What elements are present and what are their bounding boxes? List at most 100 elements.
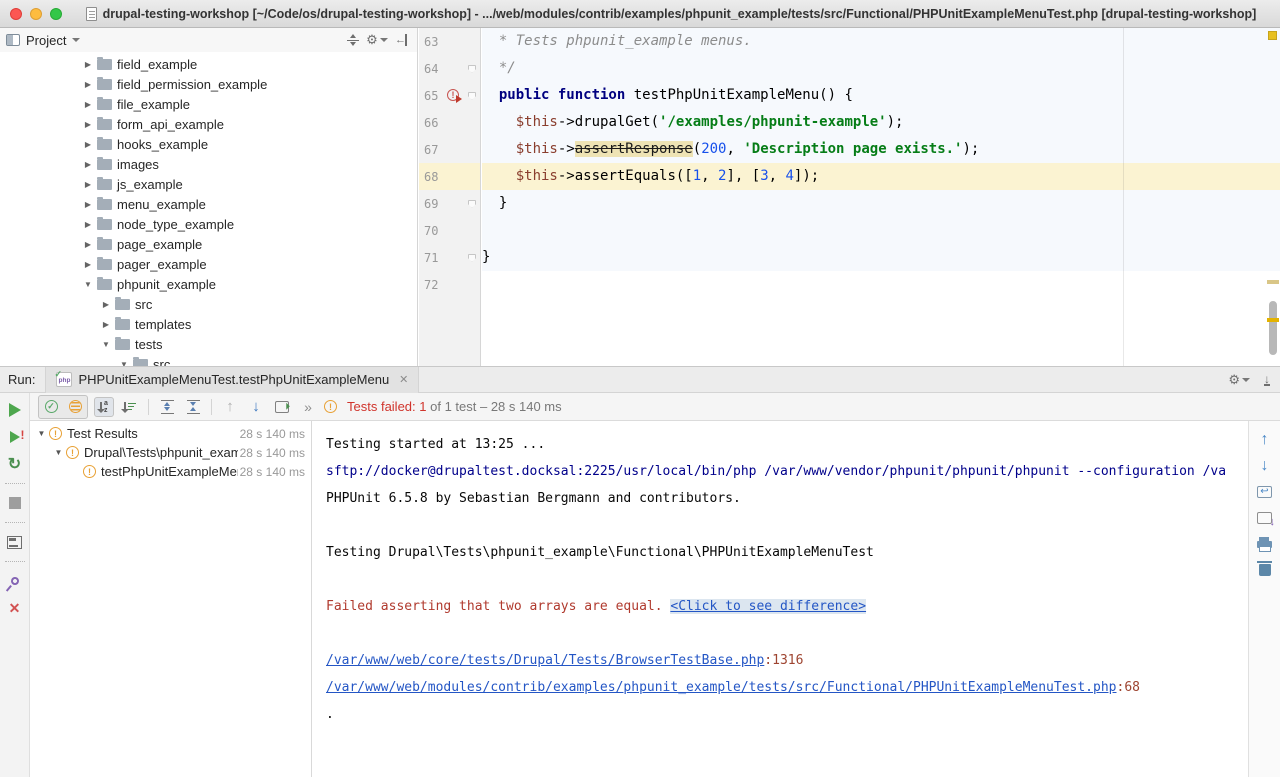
gutter-line[interactable]: 68 bbox=[419, 163, 480, 190]
code-line[interactable]: */ bbox=[482, 55, 1280, 82]
project-tree-item[interactable]: ▶js_example bbox=[0, 174, 417, 194]
line-number[interactable]: 67 bbox=[419, 143, 445, 157]
console-link[interactable]: /var/www/web/modules/contrib/examples/ph… bbox=[326, 680, 1117, 695]
code-line[interactable]: } bbox=[482, 244, 1280, 271]
collapse-all-button[interactable] bbox=[183, 397, 203, 417]
close-window-button[interactable] bbox=[10, 8, 22, 20]
zoom-window-button[interactable] bbox=[50, 8, 62, 20]
sort-by-duration-button[interactable] bbox=[120, 397, 140, 417]
collapsed-arrow-icon[interactable]: ▶ bbox=[81, 200, 95, 209]
project-tree-item[interactable]: ▶form_api_example bbox=[0, 114, 417, 134]
gutter-line[interactable]: 70 bbox=[419, 217, 480, 244]
code-line[interactable]: $this->assertEquals([1, 2], [3, 4]); bbox=[482, 163, 1280, 190]
close-tab-icon[interactable]: ✕ bbox=[399, 373, 408, 386]
line-number[interactable]: 69 bbox=[419, 197, 445, 211]
line-number[interactable]: 68 bbox=[419, 170, 445, 184]
code-line[interactable]: } bbox=[482, 190, 1280, 217]
collapse-all-button[interactable] bbox=[343, 31, 363, 49]
console-link[interactable]: <Click to see difference> bbox=[670, 599, 866, 614]
collapsed-arrow-icon[interactable]: ▶ bbox=[81, 140, 95, 149]
gutter-line[interactable]: 72 bbox=[419, 271, 480, 298]
rerun-failed-tests-button[interactable]: ! bbox=[4, 426, 26, 448]
run-settings-gear-button[interactable]: ⚙ bbox=[1228, 372, 1250, 388]
minimize-window-button[interactable] bbox=[30, 8, 42, 20]
test-result-row[interactable]: ▼!Test Results28 s 140 ms bbox=[30, 424, 311, 443]
editor-scrollbar[interactable] bbox=[1265, 28, 1280, 366]
show-ignored-button[interactable] bbox=[65, 397, 85, 417]
scroll-up-button[interactable]: ↑ bbox=[1254, 429, 1276, 451]
gutter-line[interactable]: 65! bbox=[419, 82, 480, 109]
code-line[interactable] bbox=[482, 271, 1280, 298]
run-configuration-tab[interactable]: php PHPUnitExampleMenuTest.testPhpUnitEx… bbox=[45, 367, 419, 393]
collapsed-arrow-icon[interactable]: ▶ bbox=[81, 80, 95, 89]
warning-stripe-mark[interactable] bbox=[1267, 318, 1279, 322]
expand-all-button[interactable] bbox=[157, 397, 177, 417]
editor-code-area[interactable]: * Tests phpunit_example menus. */ public… bbox=[482, 28, 1280, 366]
code-line[interactable]: $this->assertResponse(200, 'Description … bbox=[482, 136, 1280, 163]
next-failed-test-button[interactable]: ↓ bbox=[246, 397, 266, 417]
code-fold-marker-icon[interactable] bbox=[468, 92, 476, 100]
line-number[interactable]: 71 bbox=[419, 251, 445, 265]
test-result-row[interactable]: ▼!Drupal\Tests\phpunit_example\Functiona… bbox=[30, 443, 311, 462]
scroll-down-button[interactable]: ↓ bbox=[1254, 455, 1276, 477]
collapsed-arrow-icon[interactable]: ▶ bbox=[81, 120, 95, 129]
project-tree-item[interactable]: ▶src bbox=[0, 294, 417, 314]
show-passed-button[interactable]: ✓ bbox=[41, 397, 61, 417]
code-fold-marker-icon[interactable] bbox=[468, 65, 476, 73]
project-tree-item[interactable]: ▶field_example bbox=[0, 54, 417, 74]
previous-failed-test-button[interactable]: ↑ bbox=[220, 397, 240, 417]
collapsed-arrow-icon[interactable]: ▶ bbox=[99, 300, 113, 309]
pin-tab-button[interactable] bbox=[4, 570, 26, 592]
project-tree-item[interactable]: ▼tests bbox=[0, 334, 417, 354]
code-editor[interactable]: 636465!66676869707172 * Tests phpunit_ex… bbox=[419, 28, 1280, 366]
line-number[interactable]: 63 bbox=[419, 35, 445, 49]
code-line[interactable] bbox=[482, 217, 1280, 244]
collapsed-arrow-icon[interactable]: ▶ bbox=[81, 260, 95, 269]
warning-stripe-mark[interactable] bbox=[1267, 280, 1279, 284]
project-tree-item[interactable]: ▶hooks_example bbox=[0, 134, 417, 154]
collapsed-arrow-icon[interactable]: ▶ bbox=[81, 60, 95, 69]
toggle-auto-test-button[interactable]: ↻ bbox=[4, 453, 26, 475]
console-link[interactable]: /var/www/web/core/tests/Drupal/Tests/Bro… bbox=[326, 653, 764, 668]
collapsed-arrow-icon[interactable]: ▶ bbox=[81, 240, 95, 249]
soft-wrap-button[interactable]: ↩ bbox=[1254, 481, 1276, 503]
project-panel-title[interactable]: Project bbox=[26, 33, 66, 48]
project-tree-item[interactable]: ▶menu_example bbox=[0, 194, 417, 214]
hide-project-panel-button[interactable]: ← bbox=[391, 31, 411, 49]
test-console-output[interactable]: Testing started at 13:25 ...sftp://docke… bbox=[313, 421, 1248, 777]
collapsed-arrow-icon[interactable]: ▶ bbox=[99, 320, 113, 329]
inspections-status-icon[interactable] bbox=[1268, 31, 1277, 40]
collapsed-arrow-icon[interactable]: ▶ bbox=[81, 100, 95, 109]
print-button[interactable] bbox=[1254, 533, 1276, 555]
gutter-line[interactable]: 67 bbox=[419, 136, 480, 163]
line-number[interactable]: 65 bbox=[419, 89, 445, 103]
gutter-line[interactable]: 63 bbox=[419, 28, 480, 55]
expanded-arrow-icon[interactable]: ▼ bbox=[51, 448, 66, 457]
project-tree-item[interactable]: ▼phpunit_example bbox=[0, 274, 417, 294]
line-number[interactable]: 64 bbox=[419, 62, 445, 76]
more-actions-button[interactable]: » bbox=[298, 397, 318, 417]
line-number[interactable]: 72 bbox=[419, 278, 445, 292]
rerun-button[interactable] bbox=[4, 399, 26, 421]
expanded-arrow-icon[interactable]: ▼ bbox=[99, 340, 113, 349]
project-tree-item[interactable]: ▶node_type_example bbox=[0, 214, 417, 234]
code-fold-marker-icon[interactable] bbox=[468, 200, 476, 208]
import-test-results-button[interactable] bbox=[272, 397, 292, 417]
code-line[interactable]: public function testPhpUnitExampleMenu()… bbox=[482, 82, 1280, 109]
project-tree-item[interactable]: ▶field_permission_example bbox=[0, 74, 417, 94]
code-fold-marker-icon[interactable] bbox=[468, 254, 476, 262]
project-tree-item[interactable]: ▶pager_example bbox=[0, 254, 417, 274]
collapsed-arrow-icon[interactable]: ▶ bbox=[81, 180, 95, 189]
project-tree-item[interactable]: ▶file_example bbox=[0, 94, 417, 114]
project-tree-item[interactable]: ▼src bbox=[0, 354, 417, 366]
sort-alphabetically-button[interactable]: az bbox=[94, 397, 114, 417]
expanded-arrow-icon[interactable]: ▼ bbox=[34, 429, 49, 438]
open-results-in-editor-button[interactable] bbox=[1254, 507, 1276, 529]
editor-gutter[interactable]: 636465!66676869707172 bbox=[419, 28, 481, 366]
gutter-line[interactable]: 69 bbox=[419, 190, 480, 217]
line-number[interactable]: 70 bbox=[419, 224, 445, 238]
chevron-down-icon[interactable] bbox=[72, 38, 80, 42]
stop-button[interactable] bbox=[4, 492, 26, 514]
collapsed-arrow-icon[interactable]: ▶ bbox=[81, 220, 95, 229]
code-line[interactable]: * Tests phpunit_example menus. bbox=[482, 28, 1280, 55]
